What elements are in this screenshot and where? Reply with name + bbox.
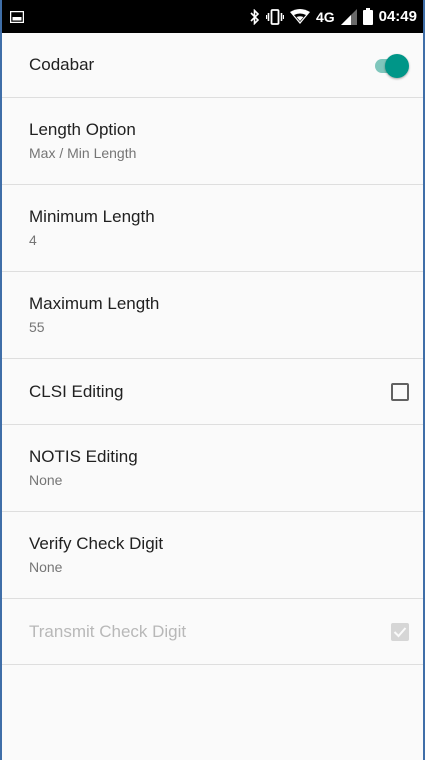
setting-title: NOTIS Editing bbox=[29, 447, 138, 466]
setting-summary: None bbox=[29, 472, 63, 488]
settings-list: Codabar Length Option Max / Min Length M… bbox=[2, 33, 423, 665]
setting-summary: Max / Min Length bbox=[29, 145, 137, 161]
transmit-check-digit-checkbox bbox=[391, 622, 409, 641]
status-time: 04:49 bbox=[378, 8, 417, 25]
app-frame: 4G 04:49 Codabar Length Option Max / Min… bbox=[0, 0, 425, 760]
setting-summary: None bbox=[29, 559, 63, 575]
status-bar: 4G 04:49 bbox=[2, 0, 423, 33]
signal-icon bbox=[340, 8, 357, 25]
setting-summary: 4 bbox=[29, 232, 37, 248]
setting-title: Maximum Length bbox=[29, 294, 160, 313]
network-type-label: 4G bbox=[315, 8, 335, 25]
setting-title: CLSI Editing bbox=[29, 381, 124, 401]
wifi-icon bbox=[289, 8, 310, 25]
bluetooth-icon bbox=[250, 8, 260, 25]
setting-summary: 55 bbox=[29, 319, 45, 335]
setting-transmit-check-digit: Transmit Check Digit bbox=[2, 599, 423, 665]
setting-maximum-length[interactable]: Maximum Length 55 bbox=[2, 272, 423, 359]
setting-title: Length Option bbox=[29, 120, 136, 139]
setting-title: Transmit Check Digit bbox=[29, 621, 187, 641]
vibrate-icon bbox=[265, 8, 284, 25]
setting-title: Codabar bbox=[29, 55, 95, 74]
battery-icon bbox=[362, 8, 373, 25]
setting-title: Minimum Length bbox=[29, 207, 155, 226]
setting-title: Verify Check Digit bbox=[29, 534, 164, 553]
setting-notis-editing[interactable]: NOTIS Editing None bbox=[2, 425, 423, 512]
setting-length-option[interactable]: Length Option Max / Min Length bbox=[2, 98, 423, 185]
codabar-toggle[interactable] bbox=[371, 53, 409, 78]
screenshot-icon bbox=[10, 10, 24, 23]
clsi-editing-checkbox[interactable] bbox=[391, 382, 409, 401]
setting-minimum-length[interactable]: Minimum Length 4 bbox=[2, 185, 423, 272]
checkmark-icon bbox=[393, 626, 407, 637]
setting-clsi-editing[interactable]: CLSI Editing bbox=[2, 359, 423, 425]
setting-verify-check-digit[interactable]: Verify Check Digit None bbox=[2, 512, 423, 599]
toggle-thumb bbox=[385, 54, 409, 78]
setting-codabar[interactable]: Codabar bbox=[2, 33, 423, 98]
